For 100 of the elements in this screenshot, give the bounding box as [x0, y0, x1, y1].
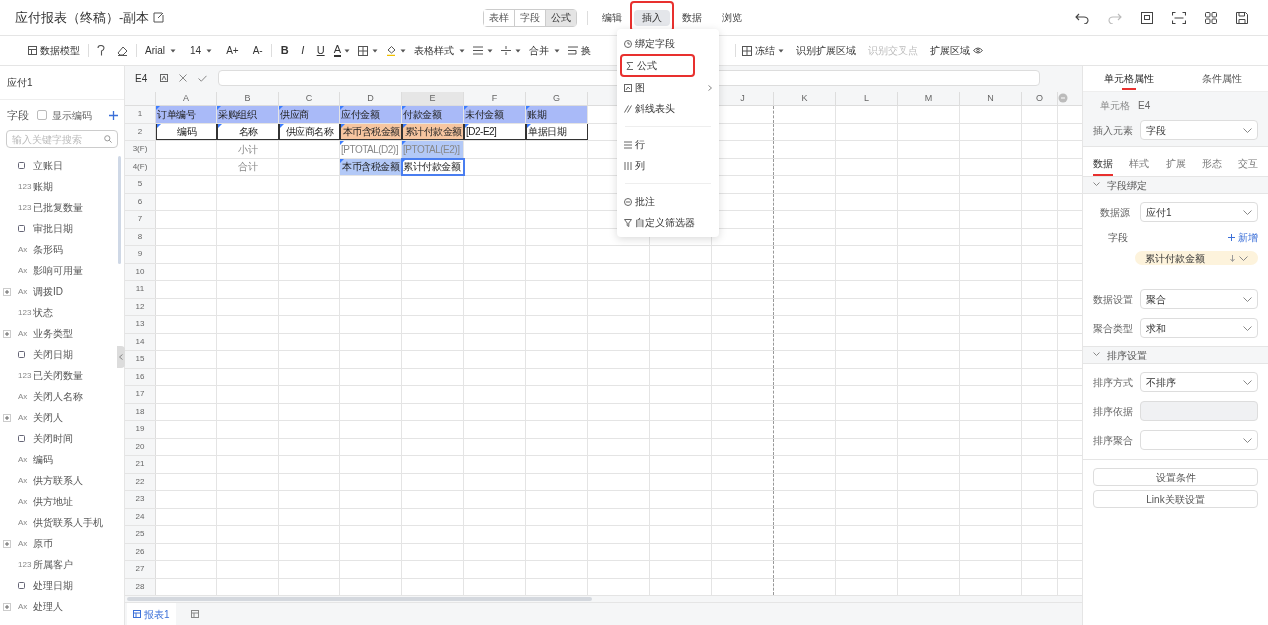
dropdown-button[interactable]: 14 — [190, 43, 213, 58]
grid-icon[interactable] — [1205, 11, 1217, 24]
field-item[interactable]: 供方联系人 — [33, 473, 83, 488]
column-header[interactable]: O — [1022, 92, 1058, 105]
table-cell[interactable]: 采购组织 — [217, 106, 279, 123]
menu-item[interactable]: 批注 — [617, 191, 719, 212]
field-item[interactable]: 处理人 — [33, 599, 63, 614]
field-item[interactable]: 关闭人 — [33, 410, 63, 425]
row-header[interactable]: 17 — [125, 386, 156, 403]
field-item[interactable]: 条形码 — [33, 242, 63, 257]
field-item[interactable]: 所属客户 — [33, 557, 73, 572]
field-chip[interactable]: 累计付款金额 — [1135, 251, 1258, 265]
preview-icon[interactable] — [1141, 11, 1153, 24]
underline-button[interactable]: U — [315, 42, 326, 59]
add-link[interactable]: 新增 — [1228, 229, 1258, 245]
edit-icon[interactable] — [153, 12, 165, 23]
expand-icon[interactable] — [3, 413, 11, 422]
select-field[interactable]: 不排序 — [1140, 372, 1258, 392]
table-cell[interactable]: 供应商 — [279, 106, 340, 123]
select-field[interactable] — [1140, 430, 1258, 450]
italic-button[interactable]: I — [297, 42, 308, 59]
row-header[interactable]: 3(F) — [125, 141, 156, 158]
dropdown-button[interactable]: 合并 — [529, 43, 560, 58]
font-color-button[interactable]: A — [333, 44, 350, 57]
column-header[interactable]: G — [526, 92, 588, 105]
panel-tab[interactable]: 条件属性 — [1175, 66, 1268, 91]
expand-icon[interactable] — [3, 602, 11, 611]
field-item[interactable]: 审批日期 — [33, 221, 73, 236]
column-header[interactable]: K — [774, 92, 836, 105]
undo-icon[interactable] — [1075, 11, 1089, 24]
add-icon[interactable] — [109, 110, 118, 120]
toolbar-button[interactable]: A+ — [226, 43, 239, 58]
table-cell[interactable]: 付款金额 — [402, 106, 464, 123]
chevron-down-icon[interactable] — [1093, 181, 1100, 189]
add-sheet-icon[interactable] — [190, 610, 199, 618]
expand-icon[interactable] — [3, 329, 11, 338]
dropdown-button[interactable]: 表格样式 — [414, 43, 465, 58]
save-icon[interactable] — [1236, 11, 1248, 24]
column-header[interactable]: B — [217, 92, 279, 105]
row-header[interactable]: 5 — [125, 176, 156, 193]
menu-item[interactable]: 公式 — [620, 54, 695, 77]
dropdown-button[interactable]: Arial — [145, 43, 176, 58]
row-header[interactable]: 15 — [125, 351, 156, 368]
column-header[interactable]: L — [836, 92, 898, 105]
search-field[interactable]: 输入关键字搜索 — [6, 130, 118, 148]
property-tab[interactable]: 数据 — [1093, 151, 1113, 176]
chevron-down-icon[interactable] — [1093, 351, 1100, 359]
panel-button[interactable]: 设置条件 — [1093, 468, 1258, 486]
row-header[interactable]: 27 — [125, 561, 156, 578]
table-cell[interactable]: 订单编号 — [156, 106, 217, 123]
table-cell[interactable]: 累计付款金额 — [402, 158, 464, 175]
expand-region-button[interactable]: 扩展区域 — [930, 43, 983, 58]
align-button[interactable] — [473, 46, 493, 55]
select-field[interactable]: 应付1 — [1140, 202, 1258, 222]
wrap-button[interactable]: 换 — [568, 43, 591, 58]
border-button[interactable] — [358, 45, 378, 56]
column-header[interactable]: A — [156, 92, 217, 105]
field-item[interactable]: 处理日期 — [33, 578, 73, 593]
column-header[interactable]: F — [464, 92, 526, 105]
row-header[interactable]: 21 — [125, 456, 156, 473]
fill-button[interactable] — [386, 45, 406, 56]
confirm-icon[interactable] — [198, 74, 207, 82]
field-item[interactable]: 关闭时间 — [33, 431, 73, 446]
collapse-handle[interactable] — [117, 346, 125, 368]
row-header[interactable]: 25 — [125, 526, 156, 543]
cancel-icon[interactable] — [179, 74, 187, 82]
panel-button[interactable]: Link关联设置 — [1093, 490, 1258, 508]
row-header[interactable]: 23 — [125, 491, 156, 508]
bold-button[interactable]: B — [279, 42, 290, 59]
column-header[interactable]: C — [279, 92, 340, 105]
column-header[interactable]: E — [402, 92, 464, 105]
field-item[interactable]: 状态 — [33, 305, 53, 320]
field-item[interactable]: 调拨ID — [33, 284, 63, 299]
column-header[interactable]: N — [960, 92, 1022, 105]
field-item[interactable]: 账期 — [33, 179, 53, 194]
data-model-button[interactable]: 数据模型 — [28, 43, 80, 58]
menu-item[interactable]: 行 — [617, 134, 719, 155]
menu-tab[interactable]: 编辑 — [594, 9, 630, 26]
property-tab[interactable]: 扩展 — [1165, 151, 1186, 176]
expand-icon[interactable] — [3, 287, 11, 296]
row-header[interactable]: 1 — [125, 106, 156, 123]
table-cell[interactable]: [PTOTAL(D2)] — [340, 141, 402, 158]
table-cell[interactable]: 账期 — [526, 106, 588, 123]
eraser-icon[interactable] — [117, 45, 128, 56]
field-item[interactable]: 已批复数量 — [33, 200, 83, 215]
table-cell[interactable]: 未付金额 — [464, 106, 526, 123]
field-item[interactable]: 立账日 — [33, 158, 63, 173]
field-item[interactable]: 关闭人名称 — [33, 389, 83, 404]
field-item[interactable]: 原币 — [33, 536, 53, 551]
row-header[interactable]: 13 — [125, 316, 156, 333]
field-item[interactable]: 影响可用量 — [33, 263, 83, 278]
toolbar-button[interactable]: 识别扩展区域 — [796, 43, 856, 58]
select-field[interactable]: 字段 — [1140, 120, 1258, 140]
menu-tab[interactable]: 插入 — [634, 9, 670, 26]
table-cell[interactable]: 应付金额 — [340, 106, 402, 123]
view-mode-tab[interactable]: 公式 — [545, 9, 576, 26]
scan-icon[interactable] — [1172, 11, 1186, 24]
select-field[interactable]: 求和 — [1140, 318, 1258, 338]
valign-button[interactable] — [501, 46, 521, 55]
menu-tab[interactable]: 浏览 — [714, 9, 750, 26]
